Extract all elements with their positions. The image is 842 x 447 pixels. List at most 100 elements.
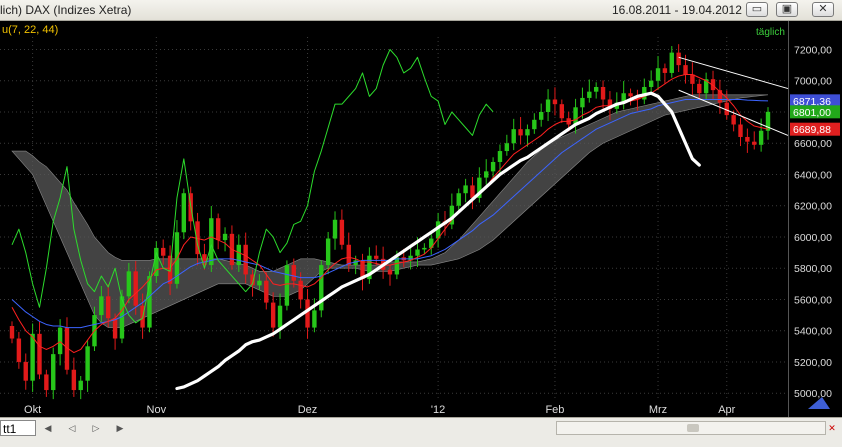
candle-up: [497, 151, 503, 162]
candle-down: [71, 369, 77, 391]
candle-up: [312, 310, 317, 328]
nav-last-icon[interactable]: ▶: [114, 422, 126, 434]
candle-up: [257, 280, 262, 286]
candle-up: [573, 107, 578, 125]
x-tick-label: '12: [431, 404, 445, 416]
y-tick-label: 5400,00: [794, 326, 832, 338]
candle-down: [339, 219, 345, 245]
candle-down: [745, 136, 750, 142]
candle-up: [758, 130, 764, 145]
candle-down: [518, 129, 523, 136]
candle-up: [332, 219, 338, 239]
bottom-bar: tt1 ◀ ◁ ▷ ▶ ✕: [0, 417, 842, 447]
candle-up: [181, 193, 187, 233]
candle-down: [374, 255, 379, 259]
maximize-button[interactable]: ▣: [776, 2, 798, 17]
candle-down: [552, 99, 558, 105]
candle-down: [690, 74, 695, 84]
candle-up: [490, 161, 496, 172]
candle-up: [655, 68, 661, 81]
candle-down: [600, 86, 606, 100]
candle-up: [394, 257, 400, 275]
price-badge-label: 6801,00: [793, 107, 831, 119]
candle-down: [346, 244, 351, 266]
chart-area[interactable]: u(7, 22, 44)täglich7200,007000,006800,00…: [0, 21, 842, 417]
x-tick-label: Okt: [24, 404, 41, 416]
y-tick-label: 6000,00: [794, 232, 832, 244]
close-button[interactable]: ✕: [812, 2, 834, 17]
candle-down: [662, 68, 668, 73]
candle-up: [669, 52, 674, 73]
candle-up: [415, 249, 420, 256]
candle-down: [23, 361, 28, 381]
candle-down: [133, 271, 138, 306]
nav-prev-icon[interactable]: ◁: [66, 422, 78, 434]
candle-down: [112, 318, 118, 339]
candle-up: [209, 218, 214, 266]
candle-down: [16, 338, 22, 362]
date-range: 16.08.2011 - 19.04.2012: [612, 3, 742, 17]
nav-first-icon[interactable]: ◀: [42, 422, 54, 434]
x-tick-label: Apr: [718, 404, 735, 416]
interval-label: täglich: [756, 27, 785, 38]
y-tick-label: 6200,00: [794, 201, 832, 213]
y-tick-label: 5600,00: [794, 294, 832, 306]
y-tick-label: 6600,00: [794, 138, 832, 150]
candle-up: [78, 380, 83, 391]
candle-up: [593, 86, 599, 92]
horizontal-scrollbar[interactable]: [556, 421, 826, 435]
candle-up: [511, 129, 516, 144]
candle-up: [126, 271, 132, 297]
candle-down: [697, 83, 702, 94]
candle-down: [676, 52, 681, 66]
candle-up: [284, 265, 290, 306]
nav-next-icon[interactable]: ▷: [90, 422, 102, 434]
candle-up: [463, 185, 468, 194]
close-sheet-icon[interactable]: ✕: [826, 422, 838, 434]
y-tick-label: 5000,00: [794, 388, 832, 400]
candle-up: [504, 143, 510, 152]
candle-down: [305, 299, 310, 328]
candle-down: [731, 115, 736, 125]
candle-up: [587, 91, 592, 98]
candle-down: [44, 374, 49, 391]
candle-up: [325, 238, 331, 266]
y-tick-label: 5800,00: [794, 263, 832, 275]
candle-up: [422, 247, 427, 250]
x-tick-label: Dez: [298, 404, 318, 416]
candle-down: [243, 244, 248, 275]
candle-up: [222, 233, 228, 241]
candle-up: [57, 327, 63, 355]
candle-up: [580, 97, 585, 108]
candle-down: [264, 280, 269, 303]
minimize-button[interactable]: ▭: [746, 2, 768, 17]
candle-down: [9, 326, 15, 339]
x-tick-label: Feb: [545, 404, 564, 416]
candle-down: [738, 124, 743, 137]
candle-up: [99, 296, 104, 316]
candle-down: [298, 280, 303, 300]
x-tick-label: Mrz: [649, 404, 667, 416]
candle-down: [37, 333, 42, 375]
candlestick-chart[interactable]: u(7, 22, 44)täglich7200,007000,006800,00…: [0, 21, 842, 417]
candle-up: [456, 193, 461, 206]
candle-up: [525, 129, 530, 136]
candle-up: [236, 244, 241, 266]
indicator-label: u(7, 22, 44): [2, 24, 58, 36]
candle-up: [648, 80, 654, 87]
scroll-thumb[interactable]: [687, 424, 699, 432]
candle-down: [270, 302, 276, 328]
candle-up: [51, 354, 56, 391]
candle-down: [752, 141, 757, 145]
window-title: lich) DAX (Indizes Xetra): [0, 3, 132, 17]
candle-up: [484, 171, 489, 178]
candle-up: [85, 346, 90, 381]
candle-down: [387, 269, 393, 275]
candle-down: [291, 265, 296, 281]
sheet-tab[interactable]: tt1: [0, 420, 36, 436]
candle-down: [628, 93, 633, 97]
title-bar: lich) DAX (Indizes Xetra) 16.08.2011 - 1…: [0, 0, 842, 21]
candle-down: [106, 296, 111, 319]
y-tick-label: 5200,00: [794, 357, 832, 369]
candle-down: [724, 102, 729, 116]
